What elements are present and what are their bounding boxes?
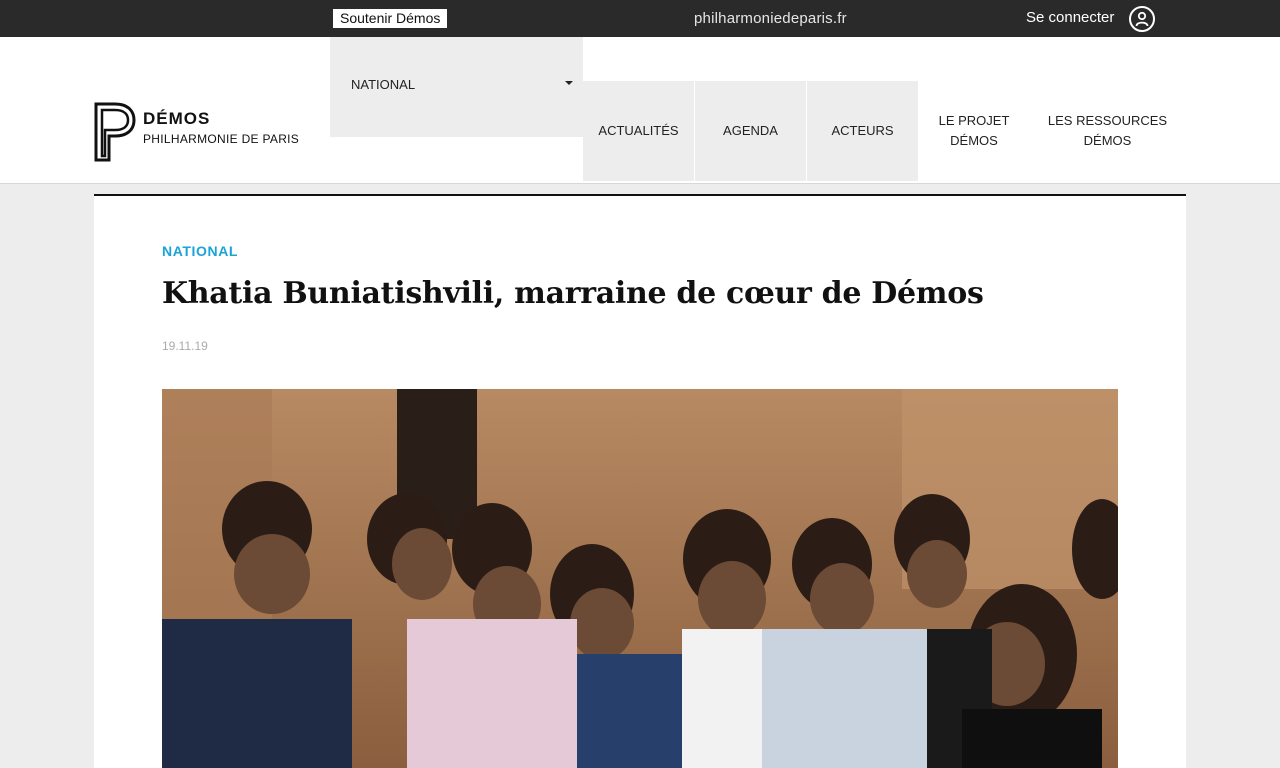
- support-button[interactable]: Soutenir Démos: [333, 9, 448, 28]
- article-date: 19.11.19: [162, 339, 208, 353]
- nav-ressources-demos[interactable]: LES RESSOURCES DÉMOS: [1040, 81, 1175, 181]
- logo-title: DÉMOS: [143, 109, 211, 128]
- nav-label: ACTEURS: [831, 123, 894, 138]
- article-card: NATIONAL Khatia Buniatishvili, marraine …: [94, 194, 1186, 768]
- article-title: Khatia Buniatishvili, marraine de cœur d…: [162, 276, 984, 311]
- login-link[interactable]: Se connecter: [1026, 8, 1114, 27]
- nav-projet-demos[interactable]: LE PROJET DÉMOS: [930, 81, 1018, 181]
- top-bar: Soutenir Démos philharmoniedeparis.fr Se…: [0, 0, 1280, 37]
- nav-label: AGENDA: [723, 123, 778, 138]
- logo-subtitle: PHILHARMONIE DE PARIS: [143, 132, 300, 146]
- philharmonie-link[interactable]: philharmoniedeparis.fr: [694, 9, 847, 28]
- nav-actualites[interactable]: ACTUALITÉS: [583, 81, 694, 181]
- nav-label: LE PROJET DÉMOS: [938, 113, 1010, 148]
- region-dropdown-label: NATIONAL: [351, 77, 416, 92]
- nav-label: LES RESSOURCES DÉMOS: [1047, 113, 1168, 148]
- logo-mark-icon: [94, 102, 136, 162]
- demos-logo[interactable]: DÉMOS PHILHARMONIE DE PARIS: [93, 100, 303, 164]
- region-dropdown[interactable]: NATIONAL: [330, 37, 583, 137]
- chevron-down-icon: [565, 81, 573, 85]
- nav-label: ACTUALITÉS: [598, 123, 679, 138]
- nav-agenda[interactable]: AGENDA: [695, 81, 806, 181]
- nav-acteurs[interactable]: ACTEURS: [807, 81, 918, 181]
- user-icon[interactable]: [1129, 6, 1155, 32]
- site-header: DÉMOS PHILHARMONIE DE PARIS NATIONAL ACT…: [0, 37, 1280, 184]
- article-category[interactable]: NATIONAL: [162, 243, 238, 259]
- article-photo: [162, 389, 1118, 768]
